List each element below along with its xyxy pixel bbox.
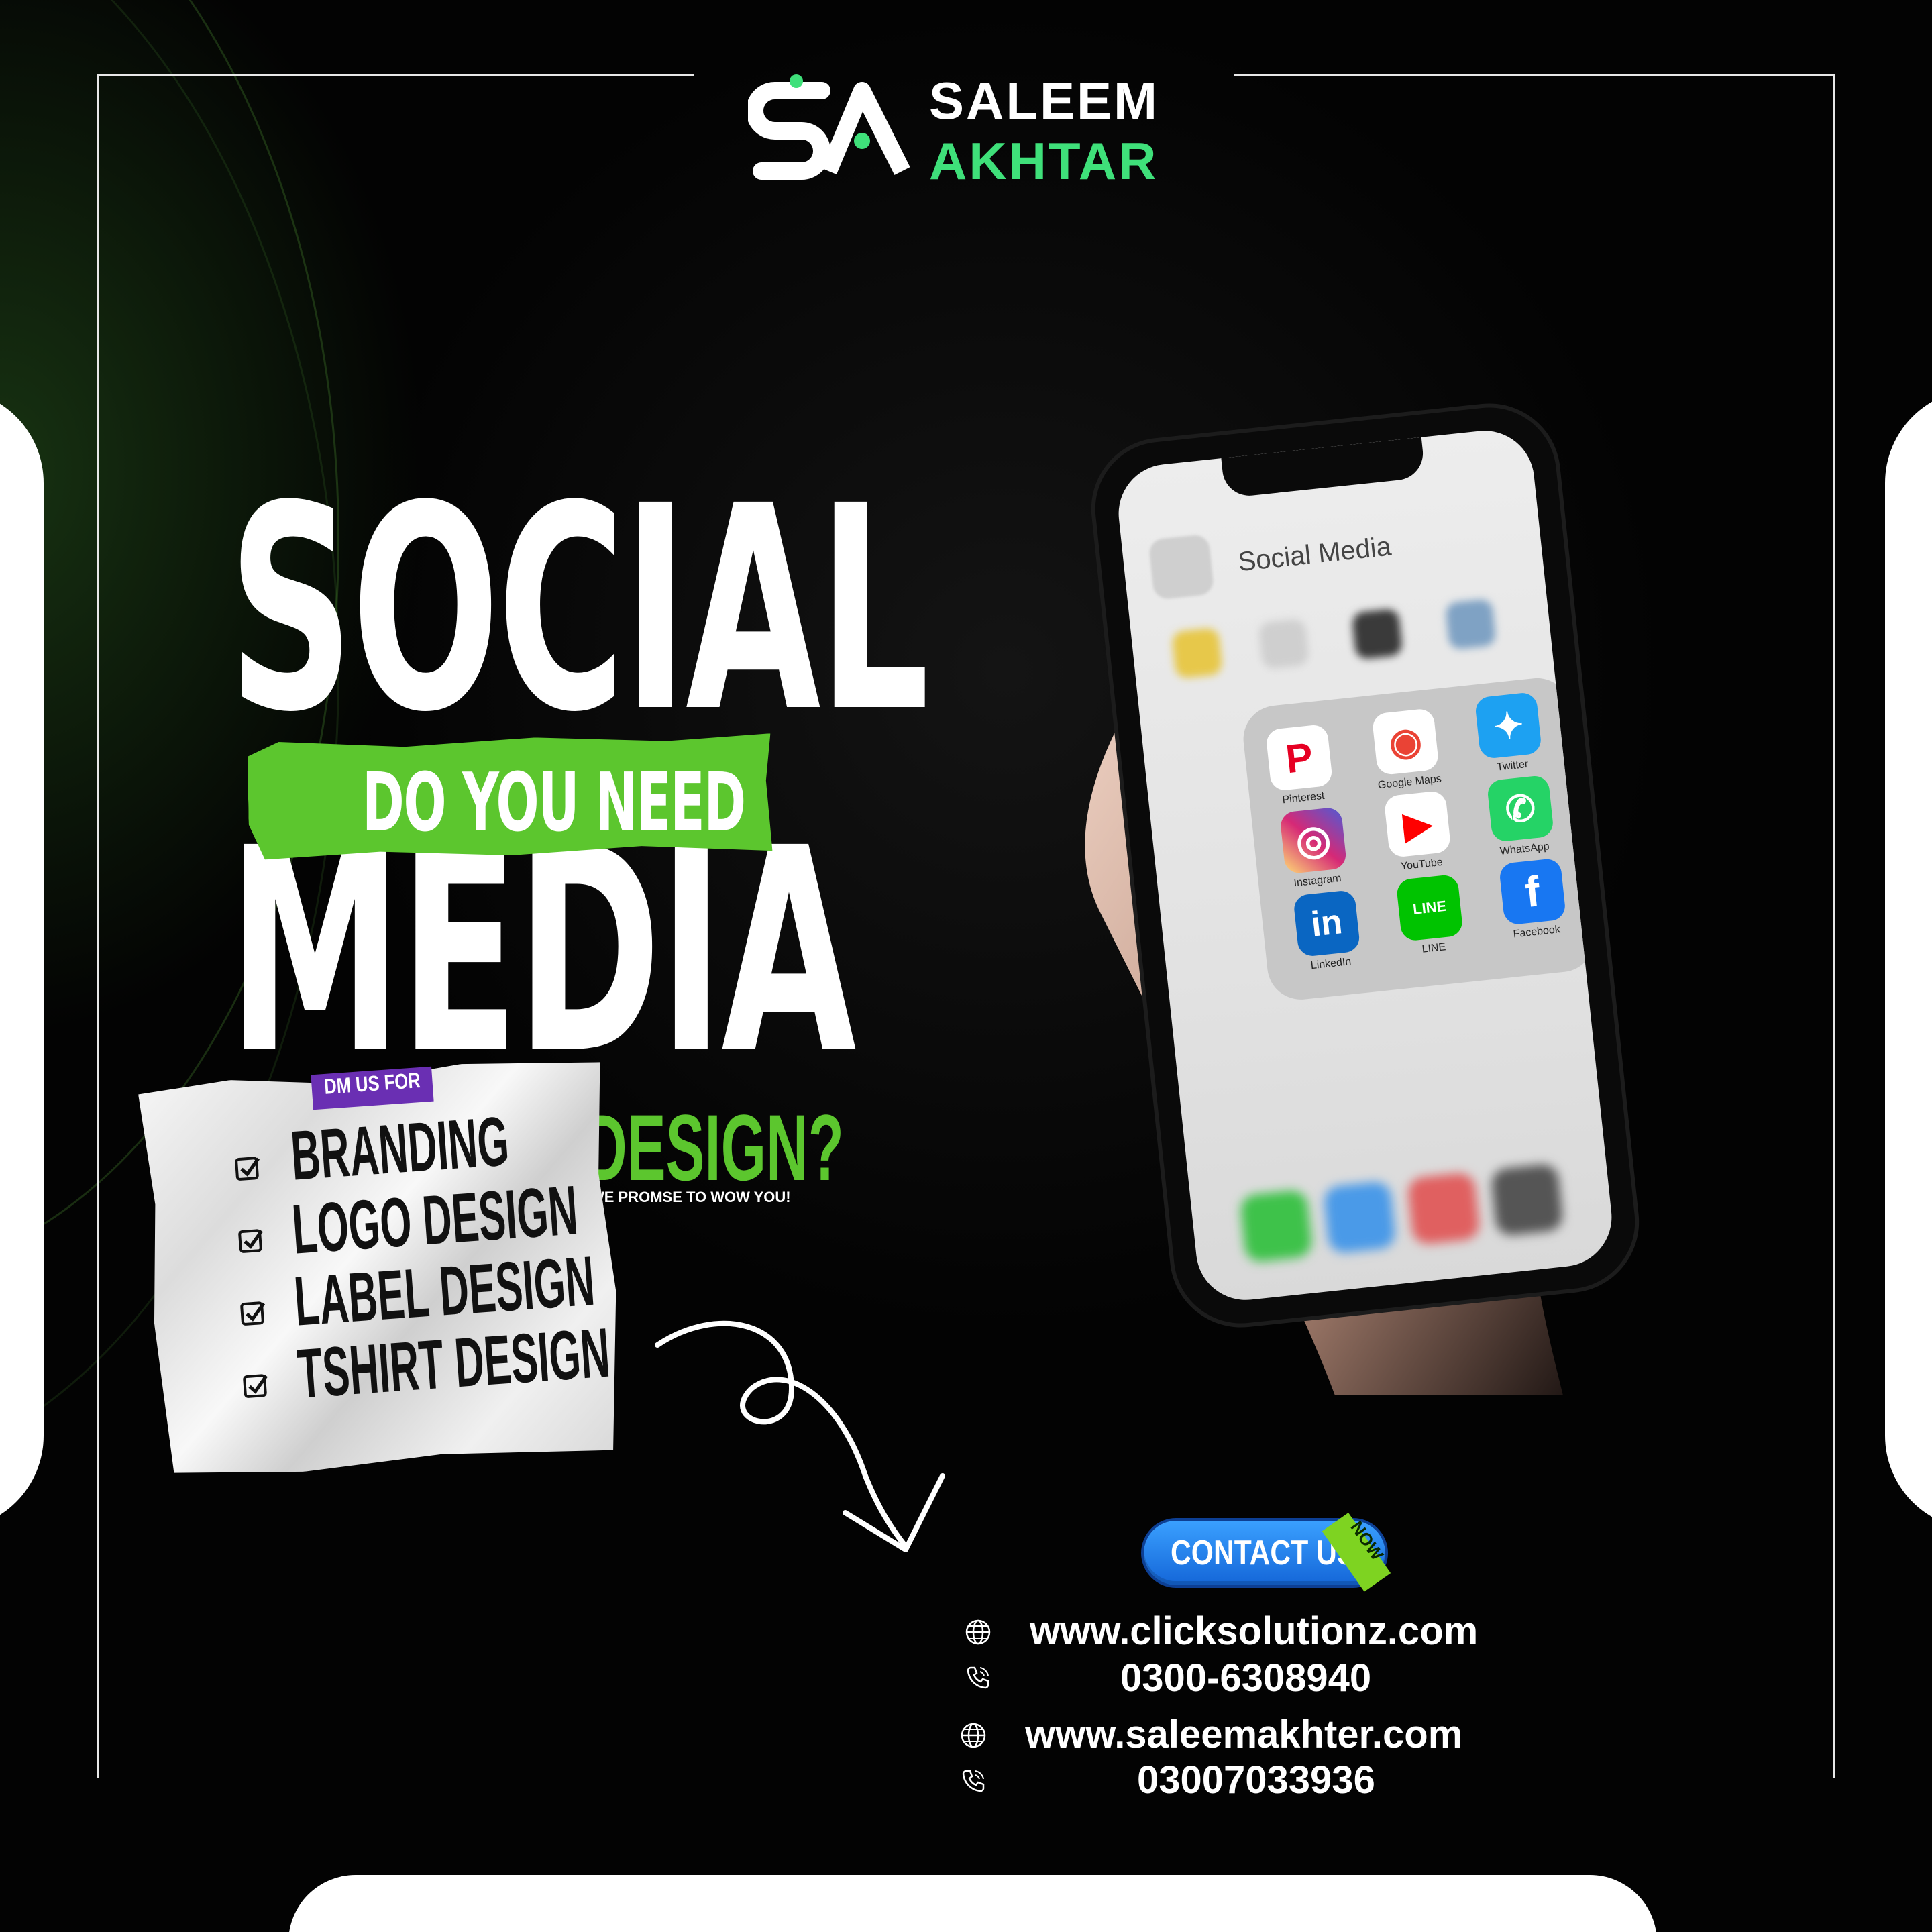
whatsapp-icon: ✆ <box>1486 774 1554 843</box>
checkbox-icon <box>243 1374 268 1398</box>
app-label: LINE <box>1421 941 1447 955</box>
checkbox-icon <box>238 1229 264 1253</box>
app-label: Google Maps <box>1377 773 1442 792</box>
checkbox-icon <box>240 1301 266 1326</box>
facebook-icon: f <box>1498 857 1567 926</box>
app-label: Facebook <box>1512 924 1561 941</box>
left-side-shape <box>0 389 44 1529</box>
app-label: Instagram <box>1293 872 1342 890</box>
pinterest-icon: P <box>1265 723 1334 792</box>
phone-screen: Social Media P Pinterest ◉ Google Maps ✦… <box>1114 425 1617 1305</box>
frame-line-right <box>1833 74 1835 1778</box>
phone-icon <box>962 1770 985 1792</box>
app-facebook[interactable]: f Facebook <box>1496 857 1572 951</box>
sa-logo-mark-icon <box>748 74 910 180</box>
app-label: LinkedIn <box>1310 956 1352 972</box>
phone-number-2[interactable]: 03007033936 <box>1137 1758 1375 1803</box>
social-media-folder[interactable]: P Pinterest ◉ Google Maps ✦ Twitter ◎ In… <box>1240 674 1598 1003</box>
line-icon: LINE <box>1395 873 1464 942</box>
app-label: Pinterest <box>1281 790 1326 806</box>
globe-icon <box>965 1619 991 1645</box>
app-label: Twitter <box>1496 758 1529 773</box>
blurred-app-icon <box>1148 533 1215 600</box>
headline-design: DESIGN? <box>585 1095 844 1200</box>
youtube-icon: ▶ <box>1383 790 1452 859</box>
promise-tagline: WE PROMSE TO WOW YOU! <box>590 1189 791 1205</box>
globe-icon <box>961 1723 986 1748</box>
twitter-icon: ✦ <box>1474 691 1542 760</box>
website-link-saleemakhter[interactable]: www.saleemakhter.com <box>1025 1712 1462 1757</box>
phone-number-1[interactable]: 0300-6308940 <box>1120 1656 1371 1701</box>
app-instagram[interactable]: ◎ Instagram <box>1277 806 1352 900</box>
instagram-icon: ◎ <box>1279 806 1348 875</box>
phone-notch <box>1221 437 1426 498</box>
phone-dock <box>1230 1152 1574 1274</box>
curly-arrow-icon <box>655 1320 945 1552</box>
app-google-maps[interactable]: ◉ Google Maps <box>1369 708 1445 802</box>
smartphone: Social Media P Pinterest ◉ Google Maps ✦… <box>1088 400 1642 1330</box>
blurred-app-icon <box>1171 627 1224 679</box>
blurred-safari-icon <box>1323 1180 1397 1254</box>
app-label: YouTube <box>1400 856 1444 873</box>
poster-canvas: SALEEM AKHTAR SOCIAL MEDIA DO YOU NEED D… <box>0 0 1932 1932</box>
band-headline: DO YOU NEED <box>362 757 746 850</box>
blurred-app-icon <box>1351 608 1403 660</box>
google-maps-icon: ◉ <box>1371 708 1440 776</box>
bottom-shape <box>288 1875 1657 1932</box>
phone-icon <box>967 1666 989 1689</box>
brand-name-top: SALEEM <box>929 71 1160 130</box>
headline-word-social: SOCIAL <box>228 446 930 774</box>
website-link-clicksolutionz[interactable]: www.clicksolutionz.com <box>1030 1609 1478 1654</box>
checkbox-icon <box>235 1157 260 1181</box>
app-pinterest[interactable]: P Pinterest <box>1263 723 1338 817</box>
app-label: WhatsApp <box>1499 841 1550 857</box>
blurred-app-icon <box>1258 618 1310 670</box>
brand-logo: SALEEM AKHTAR <box>748 70 1191 191</box>
blurred-mail-icon <box>1406 1171 1481 1246</box>
linkedin-icon: in <box>1293 889 1361 958</box>
brand-name-bottom: AKHTAR <box>929 131 1159 191</box>
app-twitter[interactable]: ✦ Twitter <box>1472 691 1548 786</box>
app-whatsapp[interactable]: ✆ WhatsApp <box>1484 774 1560 868</box>
folder-title: Social Media <box>1236 531 1393 578</box>
app-linkedin[interactable]: in LinkedIn <box>1290 889 1366 983</box>
blurred-settings-icon <box>1490 1163 1564 1237</box>
frame-line-top-right <box>1234 74 1835 76</box>
frame-line-left <box>97 74 99 1778</box>
app-youtube[interactable]: ▶ YouTube <box>1381 790 1456 884</box>
right-side-shape <box>1885 389 1932 1529</box>
app-line[interactable]: LINE LINE <box>1393 873 1469 967</box>
frame-line-top-left <box>97 74 694 76</box>
blurred-app-icon <box>1444 598 1497 651</box>
blurred-phone-app-icon <box>1239 1189 1313 1263</box>
